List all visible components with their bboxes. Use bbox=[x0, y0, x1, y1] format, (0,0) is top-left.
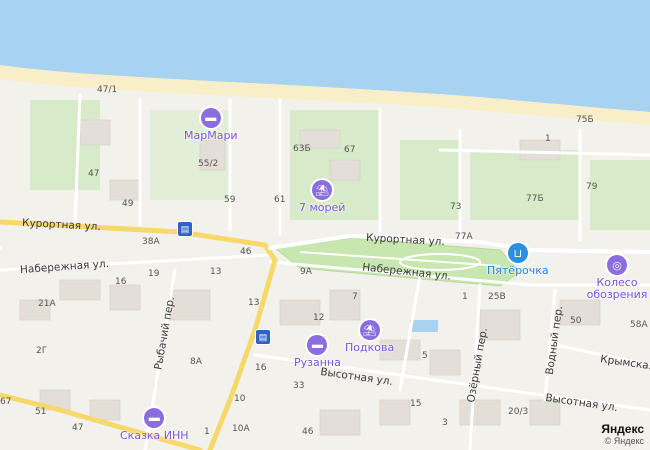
house-number: 75Б bbox=[576, 115, 594, 125]
house-number: 46 bbox=[240, 247, 252, 257]
poi-name: Пятёрочка bbox=[487, 264, 549, 277]
house-number: 58А bbox=[630, 320, 648, 330]
house-number: 1 bbox=[204, 427, 210, 437]
bus-stop-icon[interactable]: ▤ bbox=[256, 330, 270, 344]
house-number: 25В bbox=[488, 292, 506, 302]
house-number: 9А bbox=[300, 267, 312, 277]
house-number: 63Б bbox=[293, 144, 311, 154]
poi-name: МарМари bbox=[184, 129, 238, 142]
house-number: 12 bbox=[313, 313, 325, 323]
house-number: 8А bbox=[190, 357, 202, 367]
house-number: 77А bbox=[455, 232, 473, 242]
ferris-wheel-icon: ◎ bbox=[607, 255, 627, 275]
hotel-bed-icon: ▬ bbox=[200, 108, 221, 128]
beach-umbrella-icon: ⛱ bbox=[312, 180, 333, 200]
house-number: 13 bbox=[248, 298, 260, 308]
house-number: 50 bbox=[570, 316, 582, 326]
house-number: 47 bbox=[88, 169, 100, 179]
house-number: 21А bbox=[38, 299, 56, 309]
house-number: 10 bbox=[234, 394, 246, 404]
house-number: 46 bbox=[302, 427, 314, 437]
house-number: 49 bbox=[122, 199, 134, 209]
house-number: 7 bbox=[352, 292, 358, 302]
house-number: 3 bbox=[442, 418, 448, 428]
house-number: 10А bbox=[232, 424, 250, 434]
map-canvas[interactable]: Курортная ул. Курортная ул. Набережная у… bbox=[0, 0, 650, 450]
poi-name: Сказка ИНН bbox=[120, 429, 189, 442]
poi-name: Подкова bbox=[345, 341, 395, 354]
poi-koleso[interactable]: ◎ Колесо обозрения bbox=[584, 255, 650, 301]
house-number: 1 bbox=[545, 134, 551, 144]
poi-pyaterochka[interactable]: ⊔ Пятёрочка bbox=[487, 243, 549, 277]
house-number: 55/2 bbox=[198, 159, 219, 169]
house-number: 1 bbox=[462, 292, 468, 302]
house-number: 33 bbox=[293, 381, 305, 391]
bus-stop-icon[interactable]: ▤ bbox=[178, 222, 192, 236]
house-number: 67 bbox=[344, 145, 356, 155]
house-number: 47 bbox=[72, 423, 84, 433]
house-number: 79 bbox=[586, 182, 598, 192]
poi-name: 7 морей bbox=[299, 201, 346, 214]
house-number: 5 bbox=[422, 351, 428, 361]
house-number: 73 bbox=[450, 202, 462, 212]
house-number: 15 bbox=[410, 399, 422, 409]
house-number: 59 bbox=[224, 195, 236, 205]
house-number: 13 bbox=[210, 267, 222, 277]
house-number: 47/1 bbox=[97, 85, 118, 95]
poi-name: Рузанна bbox=[294, 356, 341, 369]
house-number: 77Б bbox=[526, 194, 544, 204]
house-number: 20/3 bbox=[508, 407, 529, 417]
house-number: 61 bbox=[274, 195, 286, 205]
poi-ruzanna[interactable]: ▬ Рузанна bbox=[294, 335, 341, 369]
house-number: 67 bbox=[0, 397, 12, 407]
house-number: 16 bbox=[115, 277, 127, 287]
house-number: 2Г bbox=[36, 346, 48, 356]
house-number: 51 bbox=[35, 407, 47, 417]
house-number: 38А bbox=[142, 237, 160, 247]
attribution[interactable]: Яндекс © Яндекс bbox=[601, 422, 644, 446]
shopping-basket-icon: ⊔ bbox=[507, 243, 528, 263]
poi-name: Колесо обозрения bbox=[586, 276, 648, 302]
yandex-logo: Яндекс bbox=[601, 422, 644, 436]
house-number: 19 bbox=[148, 269, 160, 279]
house-number: 16 bbox=[255, 363, 267, 373]
poi-sem-morey[interactable]: ⛱ 7 морей bbox=[299, 180, 345, 214]
poi-podkova[interactable]: ⛱ Подкова bbox=[345, 320, 394, 354]
copyright-text: © Яндекс bbox=[604, 436, 644, 446]
poi-marmari[interactable]: ▬ МарМари bbox=[184, 108, 238, 142]
beach-umbrella-icon: ⛱ bbox=[359, 320, 380, 340]
hotel-bed-icon: ▬ bbox=[307, 335, 328, 355]
poi-skazka[interactable]: ▬ Сказка ИНН bbox=[120, 408, 189, 442]
hotel-bed-icon: ▬ bbox=[144, 408, 165, 428]
